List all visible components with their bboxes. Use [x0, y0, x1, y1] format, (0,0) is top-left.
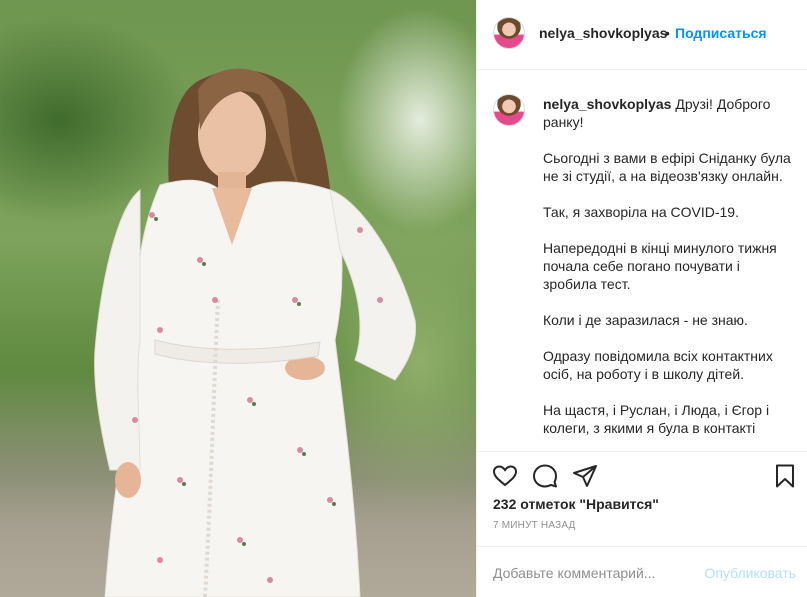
post-header: nelya_shovkoplyas • Подписаться [477, 0, 807, 70]
caption-area[interactable]: nelya_shovkoplyas Друзі! Доброго ранку! С… [477, 71, 807, 451]
follow-button[interactable]: Подписаться [675, 25, 767, 41]
comment-icon[interactable] [531, 462, 559, 490]
caption-paragraph: Одразу повідомила всіх контактних осіб, … [543, 348, 773, 382]
caption-paragraph: nelya_shovkoplyas Друзі! Доброго ранку! [543, 95, 793, 131]
caption-paragraph: Так, я захворіла на COVID-19. [543, 204, 739, 220]
caption-paragraph: Сьогодні з вами в ефірі Сніданку була не… [543, 150, 791, 184]
avatar[interactable] [493, 94, 525, 126]
paper-plane-icon[interactable] [571, 462, 599, 490]
bookmark-icon[interactable] [771, 462, 799, 490]
separator-dot: • [665, 25, 670, 41]
heart-icon[interactable] [491, 462, 519, 490]
caption-paragraph: Коли і де заразилася - не знаю. [543, 312, 748, 328]
post-timestamp[interactable]: 7 минут назад [493, 520, 576, 531]
comment-form: Опубликовать [477, 546, 807, 597]
likes-count[interactable]: 232 отметок "Нравится" [493, 496, 659, 512]
caption-paragraph: На щастя, і Руслан, і Люда, і Єгор і кол… [543, 402, 770, 436]
caption-username[interactable]: nelya_shovkoplyas [543, 96, 671, 112]
post-photo[interactable] [0, 0, 476, 597]
publish-button[interactable]: Опубликовать [704, 565, 796, 581]
woman-in-white-dress-image [94, 68, 417, 597]
author-username[interactable]: nelya_shovkoplyas [539, 25, 667, 41]
avatar[interactable] [493, 17, 525, 49]
action-bar [477, 451, 807, 499]
post-caption: nelya_shovkoplyas Друзі! Доброго ранку! С… [543, 95, 793, 451]
post-side-panel: nelya_shovkoplyas • Подписаться nelya_sh… [476, 0, 807, 597]
comment-input[interactable] [493, 563, 693, 583]
caption-paragraph: Напередодні в кінці минулого тижня почал… [543, 240, 777, 292]
